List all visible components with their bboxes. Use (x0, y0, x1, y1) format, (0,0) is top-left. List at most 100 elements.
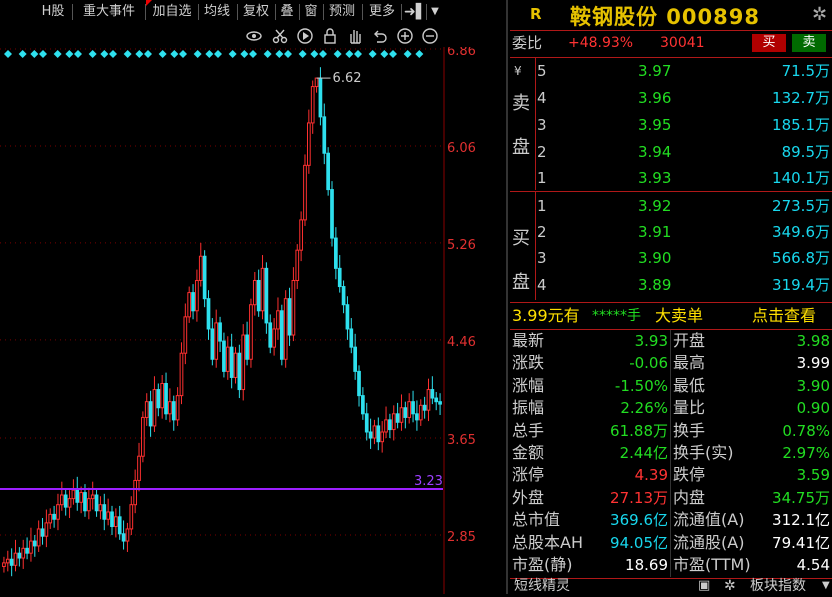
event-marker[interactable] (275, 50, 284, 58)
event-marker[interactable] (240, 50, 249, 58)
candle-body (2, 562, 6, 568)
tab-h-share[interactable]: H股 (36, 2, 70, 22)
tab-window[interactable]: 窗 (302, 2, 320, 22)
scissors-icon[interactable] (271, 27, 289, 45)
export-icon[interactable]: ➜▌ (404, 2, 427, 22)
event-marker[interactable] (65, 50, 74, 58)
ask-level: 2 (537, 143, 547, 161)
event-marker[interactable] (263, 50, 272, 58)
event-marker[interactable] (4, 50, 12, 58)
ask-label-2: 盘 (512, 137, 530, 158)
event-marker[interactable] (18, 50, 27, 58)
event-marker[interactable] (249, 50, 257, 58)
event-marker[interactable] (415, 50, 424, 58)
candle-body (94, 494, 99, 512)
stat-label: 振幅 (512, 398, 545, 418)
tab-major-events[interactable]: 重大事件 (76, 2, 142, 22)
event-marker[interactable] (109, 50, 117, 58)
price-chart[interactable]: 3.23 6.62 6.86 6.06 5.26 4.46 3.65 2.85 (0, 47, 505, 594)
event-marker[interactable] (88, 50, 97, 58)
stat-value: 61.88万 (610, 421, 668, 440)
zoom-out-icon[interactable] (421, 27, 439, 45)
event-marker[interactable] (53, 50, 62, 58)
event-marker[interactable] (319, 50, 327, 58)
tab-forecast[interactable]: 预测 (326, 2, 358, 22)
undo-icon[interactable] (371, 27, 389, 45)
event-marker[interactable] (205, 50, 214, 58)
event-marker[interactable] (193, 50, 202, 58)
zoom-in-icon[interactable] (396, 27, 414, 45)
gear-icon[interactable]: ✲ (812, 4, 827, 25)
event-marker[interactable] (403, 50, 412, 58)
candle-body (114, 516, 118, 528)
event-marker[interactable] (284, 50, 292, 58)
ask-level: 5 (537, 62, 547, 80)
event-marker[interactable] (380, 50, 389, 58)
candle-body (430, 389, 435, 399)
ask-price: 3.95 (638, 116, 672, 134)
event-marker[interactable] (170, 50, 179, 58)
candle-body (384, 419, 388, 433)
dropdown-arrow-icon[interactable]: ▼ (428, 2, 442, 22)
candle-body (438, 401, 442, 405)
event-marker[interactable] (228, 50, 237, 58)
play-icon[interactable] (296, 27, 314, 45)
event-marker[interactable] (158, 50, 167, 58)
candle-body (48, 513, 53, 524)
sell-button[interactable]: 卖 (792, 34, 826, 52)
hand-icon[interactable] (346, 27, 364, 45)
candle-body (233, 352, 238, 378)
event-marker[interactable] (39, 50, 47, 58)
candle-body (318, 77, 323, 118)
y-tick-label: 3.65 (447, 433, 476, 448)
event-marker[interactable] (368, 50, 377, 58)
candle-body (279, 310, 284, 360)
bid-price: 3.92 (638, 197, 672, 215)
tab-more[interactable]: 更多 (366, 2, 398, 22)
ask-price: 3.96 (638, 89, 672, 107)
panel-footer: 短线精灵 ▣ ✲ 板块指数 ▼ (510, 578, 832, 594)
tab-overlay[interactable]: 叠 (278, 2, 296, 22)
tab-adjust[interactable]: 复权 (240, 2, 272, 22)
event-marker[interactable] (144, 50, 152, 58)
candle-body (334, 237, 338, 269)
bigorder-link[interactable]: 点击查看 (752, 305, 816, 327)
buy-button[interactable]: 买 (752, 34, 786, 52)
tab-moving-average[interactable]: 均线 (200, 2, 234, 22)
weibi-value: +48.93% (568, 35, 634, 51)
candle-body (17, 552, 22, 559)
bid-level: 4 (537, 276, 547, 294)
candle-body (407, 401, 412, 418)
event-marker[interactable] (30, 50, 39, 58)
event-marker[interactable] (298, 50, 307, 58)
candle-body (368, 431, 373, 439)
candle-body (202, 255, 207, 300)
r-indicator: R (530, 5, 542, 23)
candle-body (434, 397, 439, 403)
stat-value: 2.97% (782, 444, 830, 462)
candle-body (148, 401, 153, 427)
event-marker[interactable] (310, 50, 319, 58)
ask-price: 3.97 (638, 62, 672, 80)
event-marker[interactable] (214, 50, 222, 58)
candle-body (98, 504, 103, 512)
event-marker[interactable] (354, 50, 362, 58)
stat-value: -0.06 (629, 354, 668, 373)
event-marker[interactable] (333, 50, 342, 58)
add-watchlist-button[interactable]: 加自选 (148, 2, 196, 22)
event-marker[interactable] (74, 50, 82, 58)
candle-body (9, 558, 14, 566)
stat-value: 3.90 (796, 376, 830, 395)
event-marker[interactable] (345, 50, 354, 58)
event-marker[interactable] (179, 50, 187, 58)
event-marker[interactable] (135, 50, 144, 58)
candle-body (345, 304, 350, 330)
eye-icon[interactable] (245, 27, 263, 45)
lock-icon[interactable] (321, 27, 339, 45)
event-marker[interactable] (123, 50, 132, 58)
candle-body (268, 322, 273, 348)
event-marker[interactable] (389, 50, 397, 58)
candle-body (395, 413, 400, 423)
event-marker[interactable] (100, 50, 109, 58)
candle-body (380, 431, 385, 443)
